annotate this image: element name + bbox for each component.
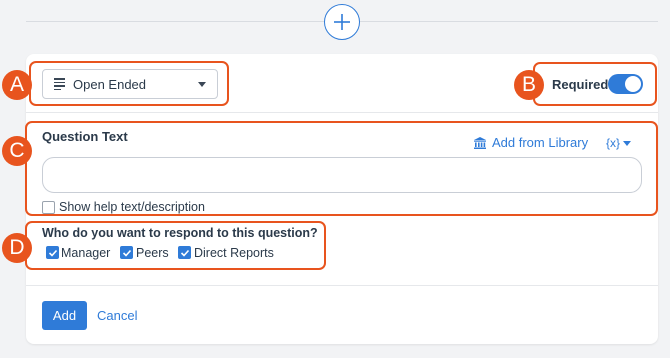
callout-badge-b: B <box>514 70 544 100</box>
cancel-button[interactable]: Cancel <box>97 308 137 323</box>
plus-icon <box>334 14 350 30</box>
callout-box-c <box>25 121 658 216</box>
callout-badge-a: A <box>2 70 32 100</box>
add-question-button[interactable] <box>324 4 360 40</box>
callout-badge-d: D <box>2 233 32 263</box>
callout-badge-c: C <box>2 136 32 166</box>
callout-box-d <box>25 221 326 270</box>
separator-left <box>26 21 324 22</box>
add-button[interactable]: Add <box>42 301 87 330</box>
footer-divider <box>26 285 658 286</box>
callout-box-b <box>533 62 657 106</box>
header-divider <box>26 112 658 113</box>
separator-right <box>360 21 658 22</box>
callout-box-a <box>29 61 229 106</box>
